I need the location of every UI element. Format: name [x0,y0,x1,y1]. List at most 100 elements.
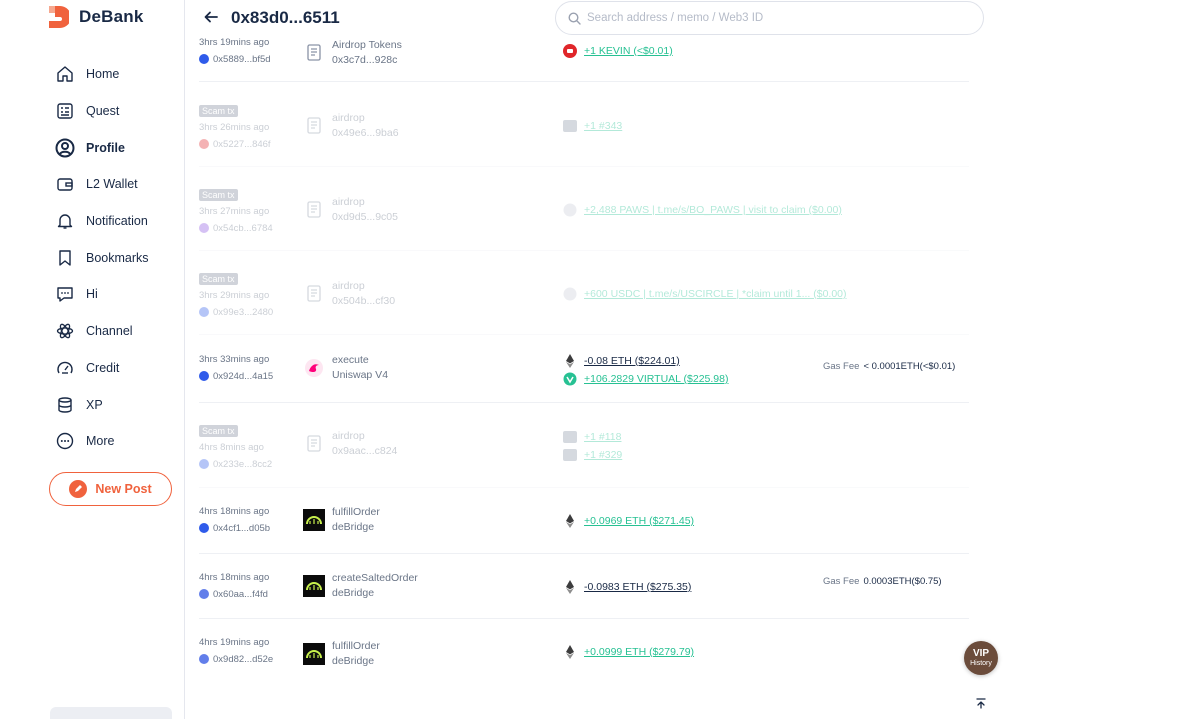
tx-time: 4hrs 19mins ago [199,637,270,648]
tx-action: fulfillOrder [332,506,380,518]
history-row[interactable]: 3hrs 33mins ago 0x924d...4a15 execute Uni… [199,335,969,403]
history-row[interactable]: 3hrs 19mins ago 0x5889...bf5d Airdrop To… [199,28,969,82]
sidebar-item-home[interactable]: Home [0,56,184,93]
tx-contract[interactable]: 0xd9d5...9c05 [332,210,398,225]
vip-history-button[interactable]: VIP History [964,641,998,675]
tx-contract[interactable]: 0x49e6...9ba6 [332,126,399,141]
debank-logo[interactable]: DeBank [49,6,144,28]
eth-icon [563,580,577,594]
sidebar-item-profile[interactable]: Profile [0,129,184,166]
sidebar-item-label: Channel [86,324,133,339]
sidebar-item-hi[interactable]: Hi [0,276,184,313]
sidebar-item-label: Profile [86,140,125,155]
tx-hash[interactable]: 0x5227...846f [199,137,271,151]
sidebar-item-label: XP [86,397,103,412]
sidebar-item-label: Quest [86,104,120,119]
bell-icon [55,211,75,231]
sidebar-item-label: Hi [86,287,98,302]
tx-action: fulfillOrder [332,640,380,652]
vip-label: VIP [972,648,990,659]
history-row[interactable]: Scam tx 4hrs 8mins ago 0x233e...8cc2 air… [199,403,969,488]
token-change[interactable]: +1 KEVIN (<$0.01) [563,42,673,60]
chain-icon [199,523,209,533]
search-input[interactable] [587,12,967,24]
tx-contract[interactable]: 0x504b...cf30 [332,294,395,309]
sidebar-item-label: Notification [86,214,148,229]
token-change[interactable]: +2,488 PAWS | t.me/s/BO_PAWS | visit to … [563,201,842,219]
profile-icon [55,138,75,158]
page-title: 0x83d0...6511 [231,8,340,27]
token-change[interactable]: +1 #118 [563,428,622,446]
tx-time: 3hrs 29mins ago [199,290,270,301]
new-post-button[interactable]: New Post [49,472,172,506]
tx-hash[interactable]: 0x924d...4a15 [199,369,273,383]
sidebar-item-label: More [86,434,115,449]
tx-contract[interactable]: deBridge [332,520,380,535]
bookmark-icon [55,248,75,268]
history-row[interactable]: 4hrs 19mins ago 0x9d82...d52e fulfillOrd… [199,619,969,685]
sidebar-item-quest[interactable]: Quest [0,93,184,130]
history-row[interactable]: Scam tx 3hrs 29mins ago 0x99e3...2480 ai… [199,251,969,335]
chain-icon [199,307,209,317]
tx-time: 4hrs 18mins ago [199,506,270,517]
sidebar-item-notification[interactable]: Notification [0,203,184,240]
search-box[interactable] [555,1,984,35]
token-change[interactable]: +106.2829 VIRTUAL ($225.98) [563,370,728,388]
sidebar-item-channel[interactable]: Channel [0,313,184,350]
sidebar-nav: Home Quest Profile L2 Wallet Notificatio… [0,56,184,460]
tx-hash[interactable]: 0x99e3...2480 [199,305,273,319]
gas-fee: Gas Fee 0.0003ETH($0.75) [823,576,942,587]
token-change[interactable]: +600 USDC | t.me/s/USCIRCLE | *claim unt… [563,285,847,303]
token-change[interactable]: +0.0969 ETH ($271.45) [563,512,694,530]
scam-badge: Scam tx [199,273,238,285]
tx-hash[interactable]: 0x233e...8cc2 [199,457,272,471]
tx-hash[interactable]: 0x60aa...f4fd [199,587,269,601]
tx-action: airdrop [332,196,365,208]
tx-time: 3hrs 19mins ago [199,37,270,48]
token-change[interactable]: -0.0983 ETH ($275.35) [563,578,691,596]
nft-icon [563,448,577,462]
account-card[interactable] [50,707,172,719]
arrow-up-icon [976,698,986,709]
sidebar-item-l2-wallet[interactable]: L2 Wallet [0,166,184,203]
chain-icon [199,54,209,64]
wallet-icon [55,174,75,194]
tx-time: 4hrs 8mins ago [199,442,264,453]
page-header: 0x83d0...6511 [185,0,1200,36]
sidebar: DeBank Home Quest Profile L2 Wallet Noti… [0,0,185,719]
tx-hash[interactable]: 0x9d82...d52e [199,652,273,666]
tx-hash[interactable]: 0x4cf1...d05b [199,521,270,535]
history-row[interactable]: 4hrs 18mins ago 0x4cf1...d05b fulfillOrd… [199,488,969,554]
contract-icon [303,433,325,455]
tx-action: airdrop [332,430,365,442]
uniswap-icon [303,357,325,379]
token-change[interactable]: +0.0999 ETH ($279.79) [563,643,694,661]
tx-time: 3hrs 33mins ago [199,354,270,365]
back-arrow-icon[interactable] [203,9,219,25]
tx-contract[interactable]: Uniswap V4 [332,368,388,383]
tx-contract[interactable]: deBridge [332,654,380,669]
tx-contract[interactable]: 0x3c7d...928c [332,53,402,68]
history-row[interactable]: Scam tx 3hrs 26mins ago 0x5227...846f ai… [199,83,969,167]
token-icon [563,203,577,217]
sidebar-item-xp[interactable]: XP [0,386,184,423]
token-change[interactable]: -0.08 ETH ($224.01) [563,352,728,370]
history-row[interactable]: 4hrs 18mins ago 0x60aa...f4fd createSalt… [199,554,969,619]
token-change[interactable]: +1 #343 [563,117,622,135]
tx-time: 3hrs 26mins ago [199,122,270,133]
sidebar-item-more[interactable]: More [0,423,184,460]
tx-contract[interactable]: deBridge [332,586,418,601]
sidebar-item-credit[interactable]: Credit [0,350,184,387]
history-row[interactable]: Scam tx 3hrs 27mins ago 0x54cb...6784 ai… [199,167,969,251]
token-change[interactable]: +1 #329 [563,446,622,464]
scroll-to-top-button[interactable] [971,693,991,713]
tx-hash[interactable]: 0x5889...bf5d [199,52,271,66]
eth-icon [563,645,577,659]
sidebar-item-bookmarks[interactable]: Bookmarks [0,239,184,276]
tx-hash[interactable]: 0x54cb...6784 [199,221,273,235]
tx-contract[interactable]: 0x9aac...c824 [332,444,397,459]
more-icon [55,431,75,451]
new-post-label: New Post [95,482,152,496]
sidebar-item-label: L2 Wallet [86,177,138,192]
sidebar-item-label: Credit [86,360,120,375]
